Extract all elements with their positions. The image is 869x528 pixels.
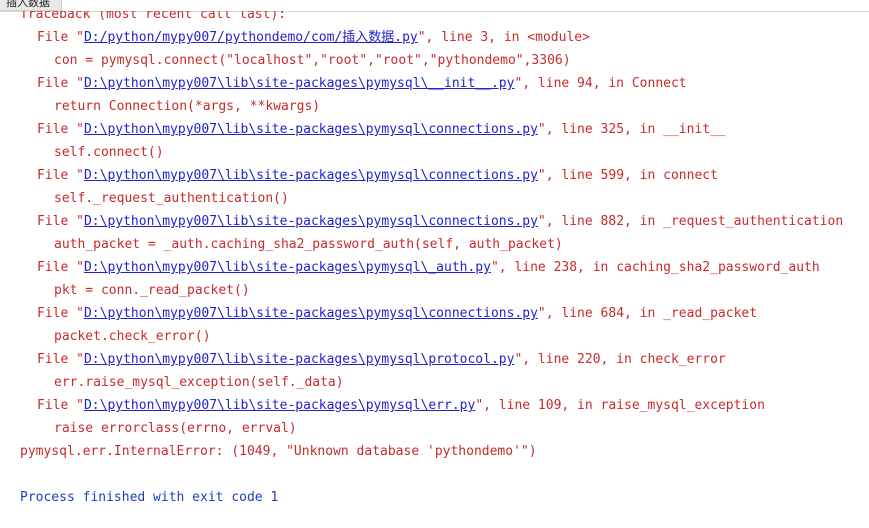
traceback-code-line: raise errorclass(errno, errval)	[54, 421, 297, 436]
file-path-link[interactable]: D:/python/mypy007/pythondemo/com/插入数据.py	[84, 30, 418, 45]
traceback-code-line: self.connect()	[54, 145, 164, 160]
file-prefix: File "	[37, 30, 84, 45]
file-path-link[interactable]: D:\python\mypy007\lib\site-packages\pymy…	[84, 398, 475, 413]
traceback-file-line: File "D:\python\mypy007\lib\site-package…	[37, 118, 726, 141]
traceback-file-line: File "D:\python\mypy007\lib\site-package…	[37, 210, 843, 233]
file-location: ", line 220, in check_error	[514, 352, 726, 367]
file-prefix: File "	[37, 122, 84, 137]
file-location: ", line 3, in <module>	[417, 30, 590, 45]
traceback-code-line: err.raise_mysql_exception(self._data)	[54, 375, 344, 390]
file-path-link[interactable]: D:\python\mypy007\lib\site-packages\pymy…	[84, 214, 538, 229]
file-location: ", line 94, in Connect	[514, 76, 687, 91]
file-location: ", line 109, in raise_mysql_exception	[475, 398, 765, 413]
traceback-file-line: File "D:/python/mypy007/pythondemo/com/插…	[37, 26, 590, 49]
file-location: ", line 238, in caching_sha2_password_au…	[490, 260, 820, 275]
traceback-header: Traceback (most recent call last):	[20, 7, 287, 22]
traceback-code-line: self._request_authentication()	[54, 191, 289, 206]
traceback-file-line: File "D:\python\mypy007\lib\site-package…	[37, 302, 757, 325]
traceback-file-line: File "D:\python\mypy007\lib\site-package…	[37, 164, 718, 187]
file-location: ", line 882, in _request_authentication	[537, 214, 844, 229]
file-path-link[interactable]: D:\python\mypy007\lib\site-packages\pymy…	[84, 76, 514, 91]
file-prefix: File "	[37, 260, 84, 275]
traceback-code-line: con = pymysql.connect("localhost","root"…	[54, 53, 571, 68]
file-path-link[interactable]: D:\python\mypy007\lib\site-packages\pymy…	[84, 122, 538, 137]
file-prefix: File "	[37, 398, 84, 413]
file-path-link[interactable]: D:\python\mypy007\lib\site-packages\pymy…	[84, 260, 491, 275]
file-location: ", line 684, in _read_packet	[537, 306, 758, 321]
run-console-output: Traceback (most recent call last): File …	[0, 0, 869, 528]
file-prefix: File "	[37, 306, 84, 321]
traceback-file-line: File "D:\python\mypy007\lib\site-package…	[37, 256, 820, 279]
file-path-link[interactable]: D:\python\mypy007\lib\site-packages\pymy…	[84, 306, 538, 321]
file-prefix: File "	[37, 76, 84, 91]
process-exit-message: Process finished with exit code 1	[20, 490, 279, 505]
traceback-code-line: pkt = conn._read_packet()	[54, 283, 250, 298]
traceback-code-line: auth_packet = _auth.caching_sha2_passwor…	[54, 237, 563, 252]
traceback-file-line: File "D:\python\mypy007\lib\site-package…	[37, 72, 687, 95]
traceback-file-line: File "D:\python\mypy007\lib\site-package…	[37, 394, 765, 417]
file-location: ", line 599, in connect	[537, 168, 718, 183]
file-location: ", line 325, in __init__	[537, 122, 726, 137]
traceback-code-line: packet.check_error()	[54, 329, 211, 344]
file-path-link[interactable]: D:\python\mypy007\lib\site-packages\pymy…	[84, 168, 538, 183]
traceback-file-line: File "D:\python\mypy007\lib\site-package…	[37, 348, 726, 371]
file-prefix: File "	[37, 352, 84, 367]
traceback-code-line: return Connection(*args, **kwargs)	[54, 99, 321, 114]
file-prefix: File "	[37, 214, 84, 229]
error-message: pymysql.err.InternalError: (1049, "Unkno…	[20, 444, 537, 459]
file-path-link[interactable]: D:\python\mypy007\lib\site-packages\pymy…	[84, 352, 514, 367]
file-prefix: File "	[37, 168, 84, 183]
